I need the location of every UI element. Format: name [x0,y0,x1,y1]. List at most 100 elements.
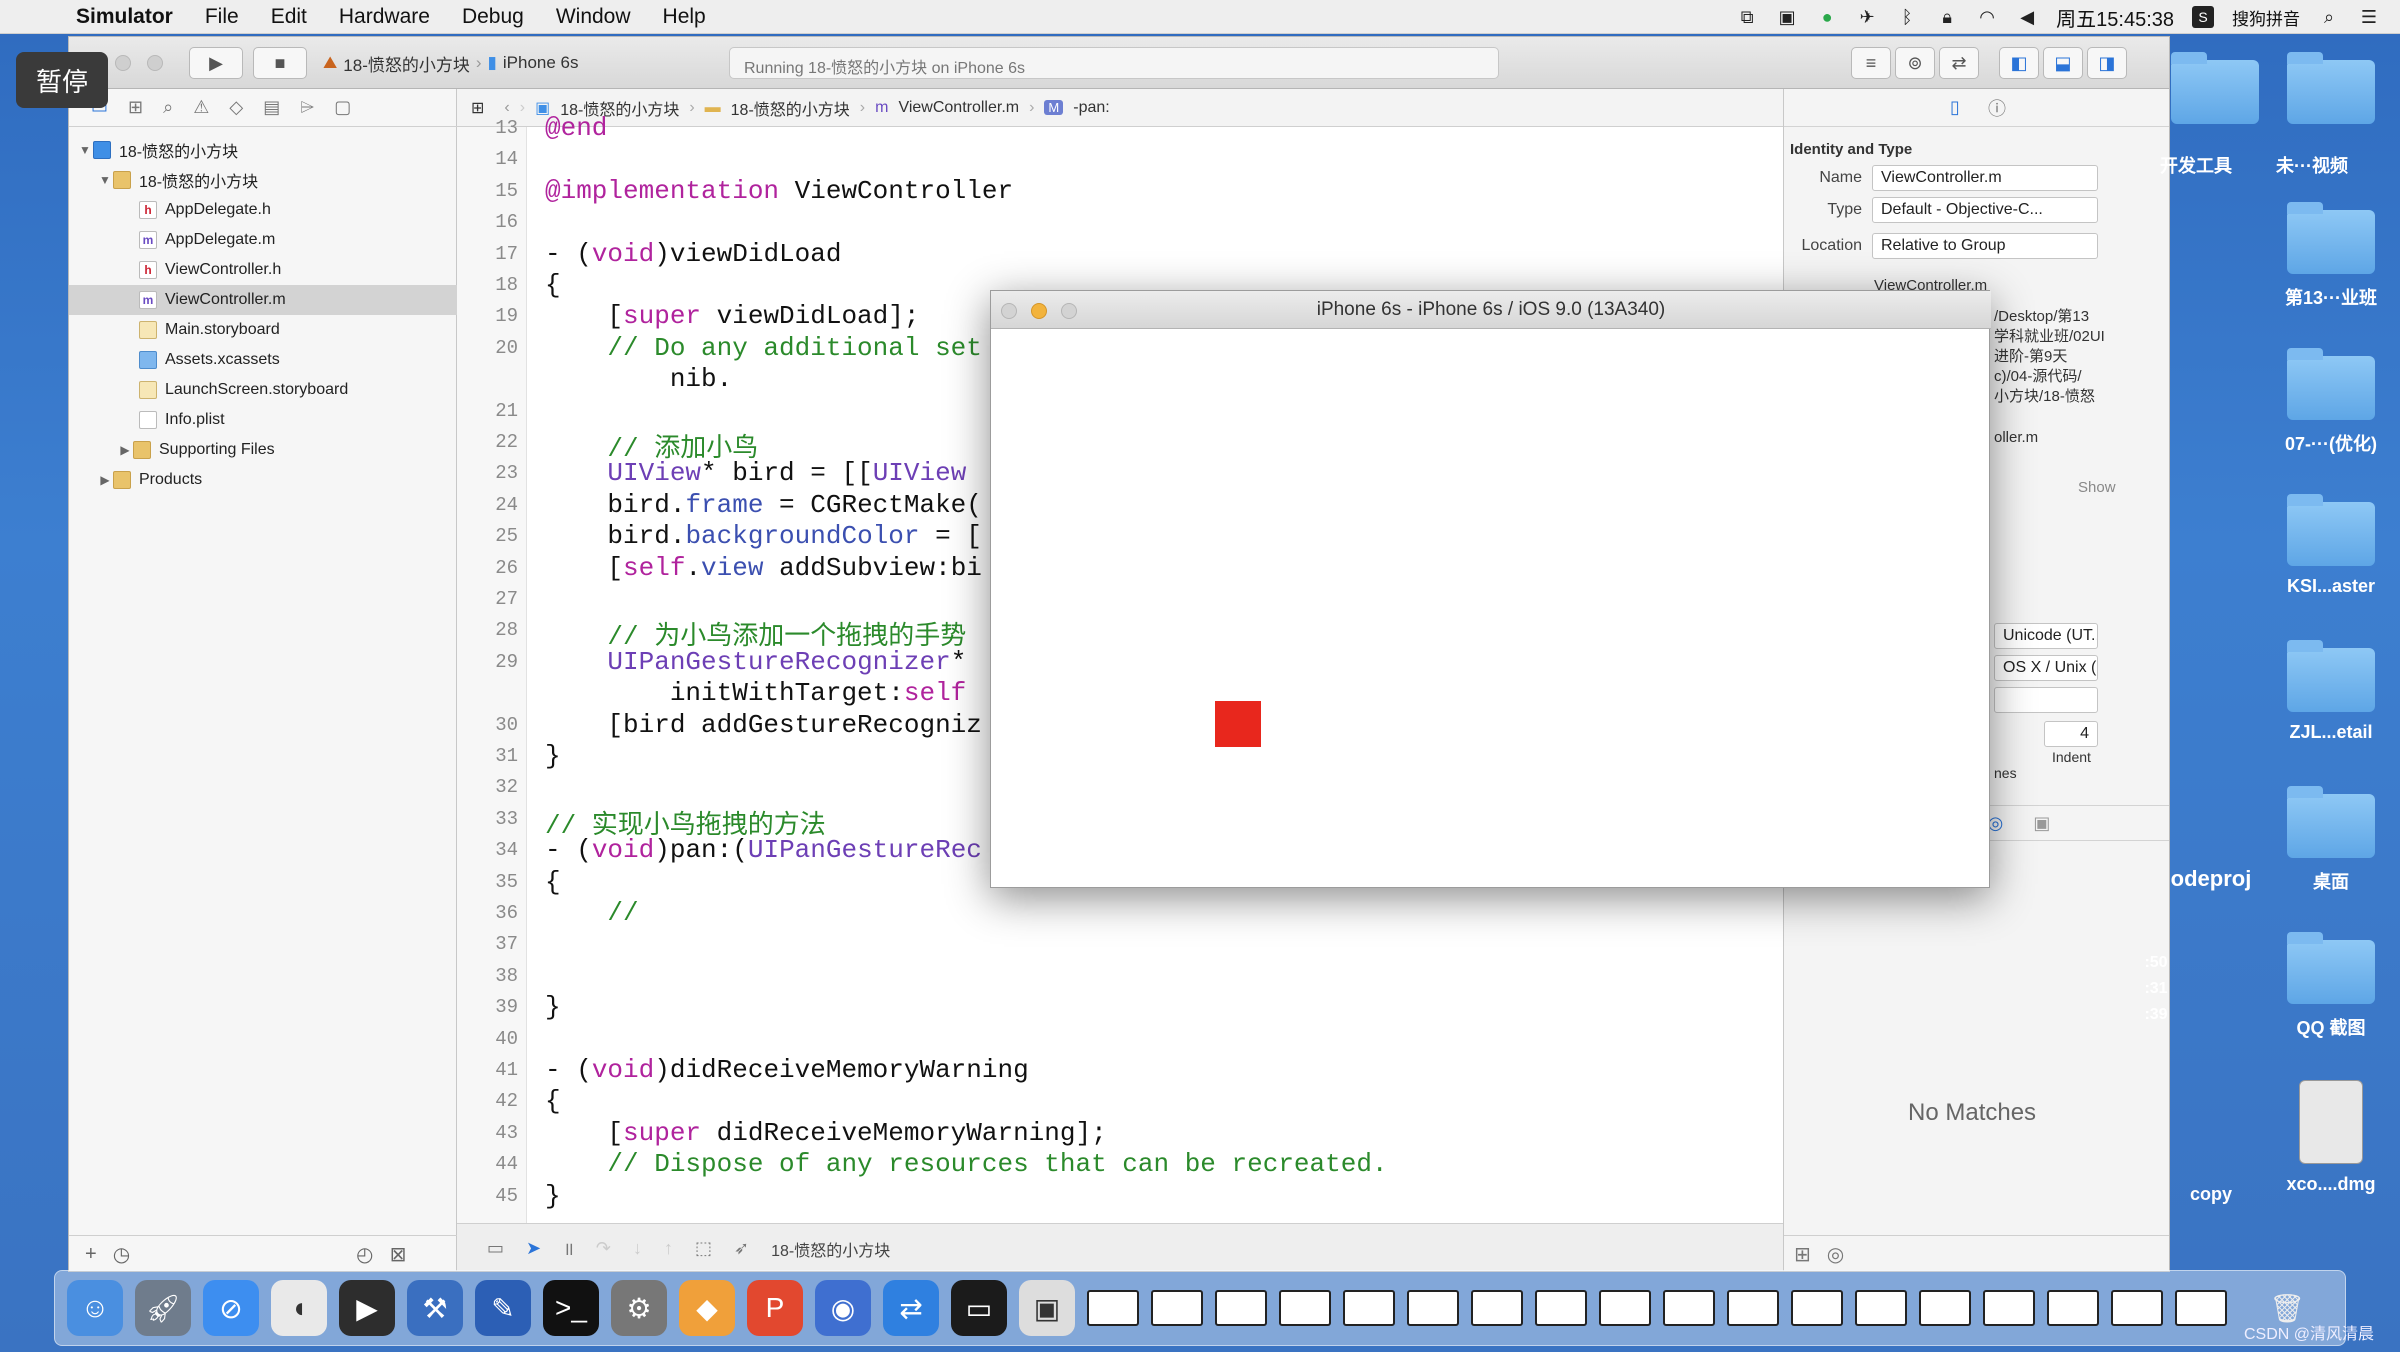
code-line[interactable]: - (void)pan:(UIPanGestureRec [545,835,982,865]
system-preferences-icon[interactable]: ⚙ [611,1280,667,1336]
find-icon[interactable]: ⌕ [163,97,173,118]
menu-hardware[interactable]: Hardware [323,5,446,29]
tree-item-main-storyboard[interactable]: Main.storyboard [69,315,457,345]
instruments-icon[interactable]: ✎ [475,1280,531,1336]
help-icon[interactable]: ⓘ [1988,95,2006,121]
minimized-window-thumb[interactable] [1663,1290,1715,1326]
breakpoints-toggle-icon[interactable]: ➤ [526,1238,541,1259]
launchpad-icon[interactable]: 🚀︎ [135,1280,191,1336]
mouse-icon[interactable]: ◖ [271,1280,327,1336]
minimized-window-thumb[interactable] [2175,1290,2227,1326]
menu-debug[interactable]: Debug [446,5,540,29]
minimized-window-thumb[interactable] [1407,1290,1459,1326]
bluetooth-icon[interactable]: ᛒ [1896,6,1918,28]
code-line[interactable]: [self.view addSubview:bi [545,553,982,583]
minimized-window-thumb[interactable] [1151,1290,1203,1326]
code-line[interactable]: } [545,992,561,1022]
code-line[interactable]: } [545,741,561,771]
desktop-folder-zjl[interactable]: ZJL...etail [2276,640,2386,743]
code-line[interactable]: - (void)viewDidLoad [545,239,841,269]
media-library-icon[interactable]: ▣ [2033,813,2050,834]
minimized-window-thumb[interactable] [1599,1290,1651,1326]
symbol-icon[interactable]: ⊞ [128,97,143,118]
sketch-icon[interactable]: ◆ [679,1280,735,1336]
pause-icon[interactable]: ॥ [563,1237,574,1261]
line-endings-select[interactable]: OS X / Unix (LF) [1994,655,2098,681]
simulator-title-bar[interactable]: iPhone 6s - iPhone 6s / iOS 9.0 (13A340) [991,291,1991,329]
tree-item-appdelegate-h[interactable]: h AppDelegate.h [69,195,457,225]
tree-item-assets[interactable]: Assets.xcassets [69,345,457,375]
step-into-icon[interactable]: ↓ [633,1238,642,1259]
desktop-folder-ksi[interactable]: KSI...aster [2276,494,2386,597]
pause-overlay-button[interactable]: 暂停 [16,52,108,108]
scheme-selector[interactable]: ⛰ 18-愤怒的小方块 › ▮ iPhone 6s [323,47,579,79]
window-minimize-button[interactable] [147,55,163,71]
related-items-icon[interactable]: ⊞ [471,98,484,118]
menu-app-name[interactable]: Simulator [60,5,189,29]
tree-item-appdelegate-m[interactable]: m AppDelegate.m [69,225,457,255]
step-out-icon[interactable]: ↑ [664,1238,673,1259]
input-method-label[interactable]: 搜狗拼音 [2232,5,2300,30]
forward-arrow-icon[interactable]: › [520,99,525,117]
back-arrow-icon[interactable]: ‹ [504,99,509,117]
location-select[interactable]: Relative to Group [1872,233,2098,259]
minimized-window-thumb[interactable] [1983,1290,2035,1326]
simulator-zoom-button[interactable] [1061,303,1077,319]
assistant-editor-button[interactable]: ⊚ [1895,47,1935,79]
minimized-window-thumb[interactable] [1919,1290,1971,1326]
spotlight-search-icon[interactable]: ⌕ [2318,6,2340,28]
breakpoint-icon[interactable]: ⌲ [300,97,314,118]
simulator-close-button[interactable] [1001,303,1017,319]
minimized-window-thumb[interactable] [1215,1290,1267,1326]
status-green-icon[interactable]: ● [1816,6,1838,28]
tree-item-supporting-files[interactable]: ▶ Supporting Files [69,435,457,465]
code-line[interactable]: // [545,898,638,928]
warning-icon[interactable]: ⚠ [193,97,209,118]
desktop-label-dev-tools[interactable]: 开发工具 [2160,152,2270,178]
tree-item-group[interactable]: ▼ 18-愤怒的小方块 [69,165,457,195]
teamviewer-icon[interactable]: ⇄ [883,1280,939,1336]
desktop-folder-desktop[interactable]: 桌面 [2276,786,2386,894]
breadcrumb-method[interactable]: -pan: [1073,99,1109,117]
type-select[interactable]: Default - Objective-C... [1872,197,2098,223]
code-line[interactable]: bird.frame = CGRectMake( [545,490,981,520]
code-line[interactable]: [bird addGestureRecogniz [545,710,981,740]
minimized-window-thumb[interactable] [1471,1290,1523,1326]
code-line[interactable]: UIPanGestureRecognizer* [545,647,966,677]
indent-using-select[interactable] [1994,687,2098,713]
lock-icon[interactable]: 🔒︎ [1936,6,1958,28]
stop-button[interactable]: ■ [253,47,307,79]
code-line[interactable]: [super didReceiveMemoryWarning]; [545,1118,1106,1148]
show-in-finder[interactable]: Show [2078,479,2116,496]
tree-item-viewcontroller-m[interactable]: m ViewController.m [69,285,457,315]
quicktime-icon[interactable]: ◉ [815,1280,871,1336]
desktop-folder-2[interactable] [2276,52,2386,134]
preview-icon[interactable]: ▣ [1019,1280,1075,1336]
imovie-icon[interactable]: ▶ [339,1280,395,1336]
code-line[interactable]: nib. [545,364,732,394]
code-line[interactable]: initWithTarget:self [545,678,966,708]
disclosure-open-icon[interactable]: ▼ [77,143,93,157]
safari-icon[interactable]: ⊘ [203,1280,259,1336]
minimized-window-thumb[interactable] [1791,1290,1843,1326]
desktop-folder-class13[interactable]: 第13···业班 [2276,202,2386,310]
debug-icon[interactable]: ▤ [263,97,280,118]
history-icon[interactable]: ◴ [356,1242,373,1267]
code-line[interactable]: { [545,1086,561,1116]
code-line[interactable]: } [545,1181,561,1211]
xcode-icon[interactable]: ⚒ [407,1280,463,1336]
menu-help[interactable]: Help [647,5,722,29]
minimized-window-thumb[interactable] [2111,1290,2163,1326]
desktop-folder-1[interactable] [2160,52,2270,134]
indent-width-field[interactable]: 4 [2044,721,2098,747]
menu-window[interactable]: Window [540,5,647,29]
desktop-dmg-file[interactable]: xco....dmg [2276,1080,2386,1195]
breadcrumb-file[interactable]: ViewController.m [898,99,1019,117]
disclosure-open-icon[interactable]: ▼ [97,173,113,187]
volume-icon[interactable]: ◀ [2016,6,2038,28]
finder-icon[interactable]: ☺ [67,1280,123,1336]
tree-item-info-plist[interactable]: Info.plist [69,405,457,435]
add-icon[interactable]: + [85,1243,97,1266]
airplane-icon[interactable]: ✈ [1856,6,1878,28]
menu-file[interactable]: File [189,5,255,29]
